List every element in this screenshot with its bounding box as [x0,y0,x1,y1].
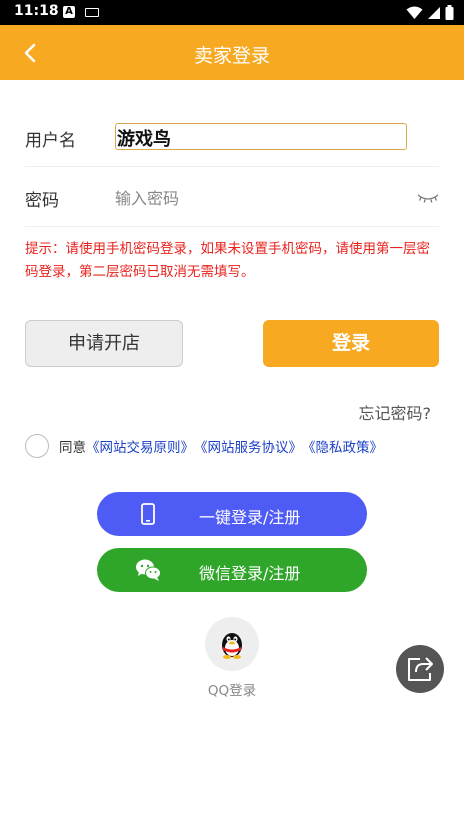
username-row: 用户名 游戏鸟 [25,107,439,167]
password-label: 密码 [25,191,59,211]
forgot-password-link[interactable]: 忘记密码? [359,400,432,424]
qq-login-label: QQ登录 [207,683,257,699]
agree-prefix: 同意 [59,440,86,456]
username-input[interactable]: 游戏鸟 [115,123,407,150]
wifi-icon [406,6,423,19]
agree-radio[interactable] [25,434,49,458]
eye-closed-icon[interactable] [417,192,439,204]
share-icon [408,657,433,681]
status-time: 11:18 [14,3,59,19]
onekey-login-label: 一键登录/注册 [199,508,301,527]
notification-a-icon: A [63,6,75,18]
service-agreement-link[interactable]: 《网站服务协议》 [194,436,302,456]
qq-login-button[interactable] [205,617,259,671]
wechat-icon [136,559,161,581]
phone-icon [141,503,155,525]
username-value: 游戏鸟 [117,129,171,150]
login-button[interactable]: 登录 [263,320,439,367]
title-bar: 卖家登录 [0,25,464,80]
password-input[interactable] [115,185,395,211]
signal-icon [428,6,440,19]
password-row: 密码 [25,167,439,227]
qq-penguin-icon [222,633,242,659]
status-icons [406,4,454,21]
status-bar: 11:18 A [0,0,464,25]
apply-store-button[interactable]: 申请开店 [25,320,183,367]
privacy-policy-link[interactable]: 《隐私政策》 [302,436,383,456]
username-label: 用户名 [25,131,76,151]
keyboard-icon [85,8,99,17]
share-button[interactable] [396,645,444,693]
page-title: 卖家登录 [193,45,270,67]
onekey-login-button[interactable]: 一键登录/注册 [97,492,367,536]
agreement-row: 同意 《网站交易原则》 《网站服务协议》 《隐私政策》 [25,433,383,459]
wechat-login-label: 微信登录/注册 [199,564,301,583]
login-hint: 提示：请使用手机密码登录，如果未设置手机密码，请使用第一层密码登录，第二层密码已… [25,241,430,280]
trade-rules-link[interactable]: 《网站交易原则》 [86,436,194,456]
battery-icon [445,5,454,20]
wechat-login-button[interactable]: 微信登录/注册 [97,548,367,592]
